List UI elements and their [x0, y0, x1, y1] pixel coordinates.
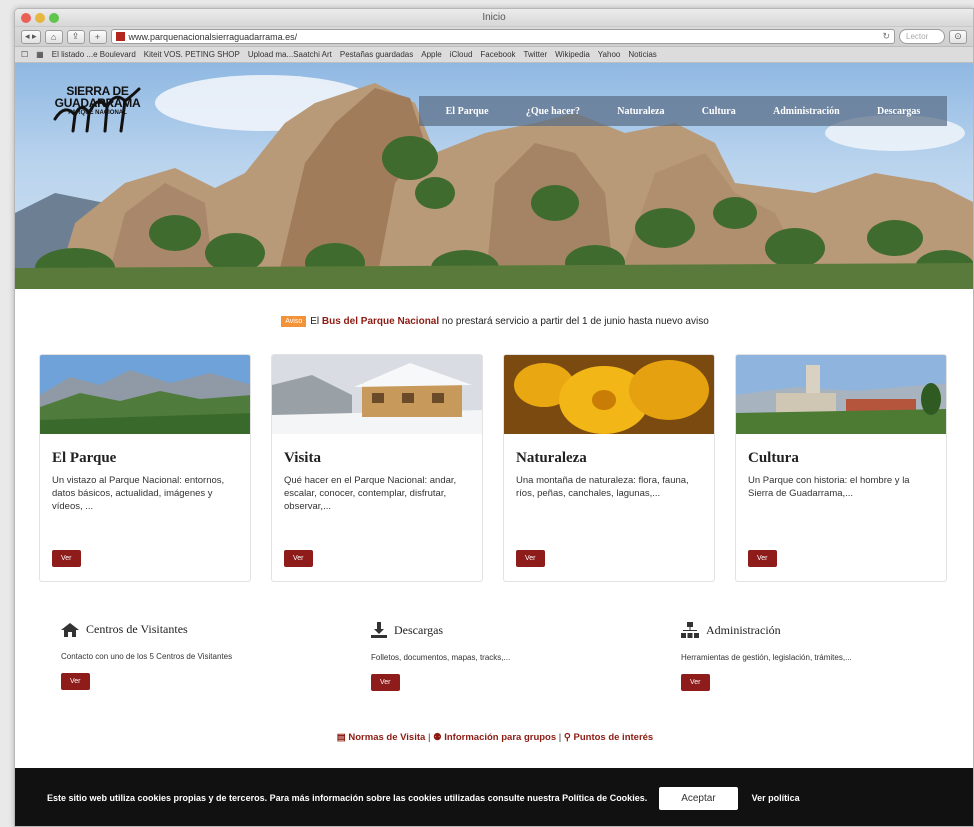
sidebar-icon[interactable]: ☐	[21, 50, 28, 59]
address-bar[interactable]: www.parquenacionalsierraguadarrama.es/ ↻	[110, 29, 895, 44]
reader-button[interactable]: Lector	[899, 29, 945, 44]
card-naturaleza[interactable]: Naturaleza Una montaña de naturaleza: fl…	[503, 354, 715, 582]
bookmark-item[interactable]: iCloud	[450, 50, 473, 59]
notice-text: no prestará servicio a partir del 1 de j…	[439, 316, 709, 327]
bookmark-item[interactable]: Noticias	[628, 50, 656, 59]
feature-description: Folletos, documentos, mapas, tracks,...	[371, 653, 511, 662]
card-description: Qué hacer en el Parque Nacional: andar, …	[284, 475, 457, 512]
home-icon[interactable]: ⌂	[44, 29, 63, 44]
separator: |	[558, 732, 562, 743]
ver-button[interactable]: Ver	[52, 550, 81, 567]
top-sites-icon[interactable]: ▦	[36, 50, 44, 59]
card-el-parque[interactable]: El Parque Un vistazo al Parque Nacional:…	[39, 354, 251, 582]
feature-administracion: Administración Herramientas de gestión, …	[681, 622, 941, 691]
nav-cultura[interactable]: Cultura	[702, 106, 736, 117]
window-title: Inicio	[482, 12, 506, 23]
nav-naturaleza[interactable]: Naturaleza	[617, 106, 664, 117]
downloads-icon[interactable]: ⊙	[949, 29, 967, 44]
ver-button[interactable]: Ver	[516, 550, 545, 567]
feature-title[interactable]: Centros de Visitantes	[86, 622, 188, 637]
link-puntos-interes[interactable]: Puntos de interés	[574, 732, 654, 743]
home-icon	[61, 622, 79, 637]
mountain-photo	[40, 355, 250, 434]
map-marker-icon: ⚲	[563, 732, 571, 743]
nav-el-parque[interactable]: El Parque	[446, 106, 489, 117]
nav-administracion[interactable]: Administración	[773, 106, 840, 117]
ver-button[interactable]: Ver	[284, 550, 313, 567]
card-description: Un vistazo al Parque Nacional: entornos,…	[52, 475, 225, 512]
mountain-logo-icon	[53, 87, 141, 133]
download-icon	[371, 622, 387, 638]
separator: |	[427, 732, 431, 743]
group-icon: ⚉	[433, 732, 442, 743]
notice-link[interactable]: Bus del Parque Nacional	[322, 316, 439, 327]
yellow-flower-photo	[504, 355, 714, 434]
browser-toolbar: ◂ ▸ ⌂ ⇪ + www.parquenacionalsierraguadar…	[15, 27, 973, 47]
cookie-banner: Este sitio web utiliza cookies propias y…	[15, 768, 973, 826]
card-title: Visita	[284, 450, 321, 466]
main-nav: El Parque ¿Que hacer? Naturaleza Cultura…	[419, 96, 947, 126]
new-tab-button[interactable]: +	[88, 29, 107, 44]
site-favicon-icon	[115, 32, 125, 41]
sitemap-icon	[681, 622, 699, 638]
bookmark-item[interactable]: Pestañas guardadas	[340, 50, 413, 59]
bookmark-item[interactable]: Yahoo	[598, 50, 621, 59]
feature-title[interactable]: Administración	[706, 623, 781, 638]
ver-button[interactable]: Ver	[748, 550, 777, 567]
ver-button[interactable]: Ver	[681, 674, 710, 691]
feature-descargas: Descargas Folletos, documentos, mapas, t…	[371, 622, 631, 691]
card-title: El Parque	[52, 450, 117, 466]
notice-prefix: El	[310, 316, 322, 327]
back-forward-button[interactable]: ◂ ▸	[21, 29, 41, 44]
hero-banner: SIERRA DE GUADARRAMA PARQUE NACIONAL El …	[15, 63, 973, 289]
bookmark-item[interactable]: Kiteit VOS. PETING SHOP	[144, 50, 240, 59]
link-normas-visita[interactable]: Normas de Visita	[348, 732, 425, 743]
quick-links: ▤ Normas de Visita | ⚉ Información para …	[15, 732, 973, 743]
feature-title[interactable]: Descargas	[394, 623, 443, 638]
bookmark-item[interactable]: El listado ...e Boulevard	[52, 50, 136, 59]
reload-icon[interactable]: ↻	[882, 31, 890, 42]
feature-centros-visitantes: Centros de Visitantes Contacto con uno d…	[61, 622, 321, 690]
ver-button[interactable]: Ver	[61, 673, 90, 690]
village-church-photo	[736, 355, 946, 434]
browser-window: Inicio ◂ ▸ ⌂ ⇪ + www.parquenacionalsierr…	[14, 8, 974, 827]
notice-badge: Aviso	[281, 316, 307, 327]
snow-cabin-photo	[272, 355, 482, 434]
nav-descargas[interactable]: Descargas	[877, 106, 920, 117]
feature-description: Contacto con uno de los 5 Centros de Vis…	[61, 652, 233, 661]
card-title: Cultura	[748, 450, 799, 466]
park-logo[interactable]: SIERRA DE GUADARRAMA PARQUE NACIONAL	[45, 85, 150, 133]
section-cards: El Parque Un vistazo al Parque Nacional:…	[39, 354, 947, 582]
bookmark-item[interactable]: Facebook	[480, 50, 515, 59]
feature-description: Herramientas de gestión, legislación, tr…	[681, 653, 852, 662]
card-title: Naturaleza	[516, 450, 587, 466]
card-description: Una montaña de naturaleza: flora, fauna,…	[516, 475, 689, 499]
link-informacion-grupos[interactable]: Información para grupos	[444, 732, 556, 743]
share-icon[interactable]: ⇪	[66, 29, 85, 44]
bookmarks-bar: ☐ ▦ El listado ...e Boulevard Kiteit VOS…	[15, 47, 973, 63]
bookmark-item[interactable]: Upload ma...Saatchi Art	[248, 50, 332, 59]
accept-cookies-button[interactable]: Aceptar	[659, 786, 738, 810]
book-icon: ▤	[336, 732, 346, 743]
cookie-text: Este sitio web utiliza cookies propias y…	[47, 793, 648, 803]
ver-button[interactable]: Ver	[371, 674, 400, 691]
nav-que-hacer[interactable]: ¿Que hacer?	[526, 106, 580, 117]
notice-bar: Aviso El Bus del Parque Nacional no prest…	[15, 316, 973, 327]
view-policy-link[interactable]: Ver política	[752, 793, 800, 803]
card-cultura[interactable]: Cultura Un Parque con historia: el hombr…	[735, 354, 947, 582]
bookmark-item[interactable]: Wikipedia	[555, 50, 590, 59]
bookmark-item[interactable]: Apple	[421, 50, 441, 59]
card-description: Un Parque con historia: el hombre y la S…	[748, 475, 910, 499]
bookmark-item[interactable]: Twitter	[524, 50, 548, 59]
title-bar: Inicio	[15, 9, 973, 27]
card-visita[interactable]: Visita Qué hacer en el Parque Nacional: …	[271, 354, 483, 582]
address-url: www.parquenacionalsierraguadarrama.es/	[128, 31, 298, 42]
